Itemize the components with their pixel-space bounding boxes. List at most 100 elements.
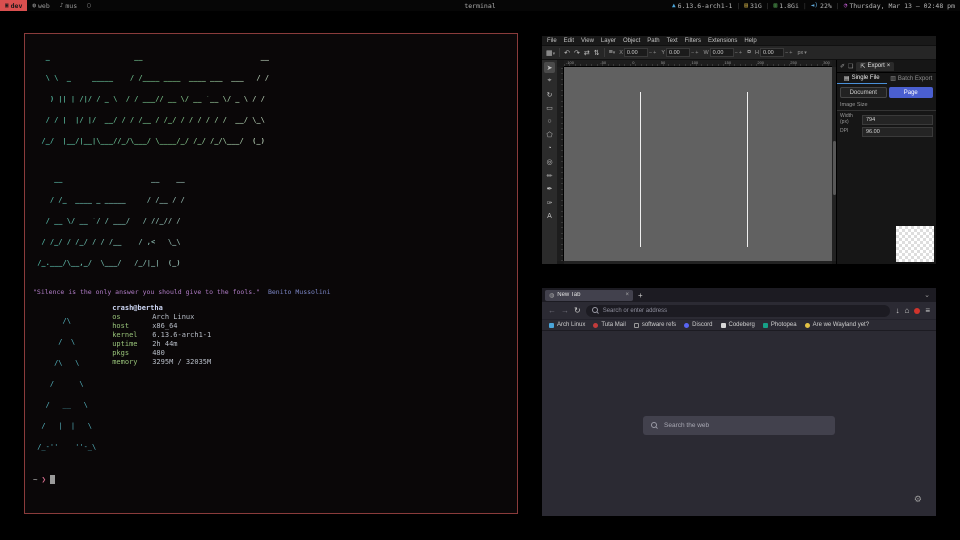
w-spinner[interactable]: −+ [735,50,743,56]
tab-close-icon[interactable]: × [625,292,629,298]
dpi-label: DPI [840,129,860,135]
toolbar-separator [604,48,605,57]
star-tool[interactable]: ⬠ [544,130,555,141]
ascii-banner-line1: _ __ __ \ \ _ _____ / /____ ____ ____ __… [33,40,509,159]
menu-file[interactable]: File [547,38,557,44]
back-button[interactable]: ← [548,306,556,315]
shape-builder-tool[interactable]: ↻ [544,89,555,100]
workspace-4[interactable]: ▢ [82,0,96,11]
menu-text[interactable]: Text [667,38,678,44]
extension-icon[interactable] [914,308,920,314]
bookmarks-bar: Arch Linux Tuta Mail software refs Disco… [542,319,936,330]
bookmark-photopea[interactable]: Photopea [763,322,797,328]
edit-panel-icon[interactable]: ✐ [840,63,845,70]
bookmark-discord[interactable]: Discord [684,322,712,328]
prompt-symbol: ❯ [42,475,47,484]
workspace-web[interactable]: ◍ web [27,0,54,11]
web-search-box[interactable]: Search the web [643,416,835,435]
width-field: W 0.00 −+ [703,48,743,57]
bookmark-codeberg[interactable]: Codeberg [721,322,755,328]
bookmark-folder-software-refs[interactable]: software refs [634,322,676,328]
close-panel-icon[interactable]: × [887,63,891,69]
list-tabs-chevron-icon[interactable]: ⌄ [924,291,930,299]
lock-ratio-icon[interactable]: ¤ [747,49,751,56]
document-scope-button[interactable]: Document [840,87,887,98]
shell-prompt[interactable]: ~ ❯ [33,475,509,484]
single-file-icon: ▤ [844,75,850,82]
selector-tool[interactable]: ➤ [544,62,555,73]
memory-icon: ▥ [774,2,778,9]
menu-filters[interactable]: Filters [685,38,701,44]
flip-horizontal-button[interactable]: ⇄ [584,49,590,57]
w-input[interactable]: 0.00 [710,48,734,57]
menu-help[interactable]: Help [744,38,756,44]
menu-layer[interactable]: Layer [601,38,616,44]
url-bar[interactable]: Search or enter address [586,305,891,317]
bookmark-arch-linux[interactable]: Arch Linux [549,322,585,328]
page-border-right [747,92,748,247]
home-button[interactable]: ⌂ [904,306,909,315]
x-input[interactable]: 0.00 [624,48,648,57]
canvas-area[interactable]: -100-50 050 100150 200250 300 [557,60,836,264]
discord-bookmark-icon [684,323,689,328]
h-spinner[interactable]: −+ [785,50,793,56]
info-row-os: osArch Linux [112,313,211,322]
spiral-tool[interactable]: ◎ [544,157,555,168]
menu-extensions[interactable]: Extensions [708,38,737,44]
horizontal-ruler: -100-50 050 100150 200250 300 [564,60,832,67]
page-scope-button[interactable]: Page [889,87,934,98]
disk-usage: 31G [750,2,762,10]
menu-view[interactable]: View [581,38,594,44]
workspace-mus[interactable]: ♪ mus [55,0,82,11]
canvas-horizontal-scrollbar[interactable] [564,261,832,264]
bookmark-are-we-wayland-yet[interactable]: Are we Wayland yet? [805,322,869,328]
menu-button[interactable]: ≡ [925,306,930,315]
align-dropdown-button[interactable]: ≡▾ [609,49,616,56]
pencil-tool[interactable]: ✏ [544,170,555,181]
w-label: W [703,50,708,56]
export-panel-tab[interactable]: ⇱ Export × [856,62,894,71]
new-tab-button[interactable]: + [638,291,643,300]
box3d-tool[interactable]: ◔ [544,143,555,154]
reload-button[interactable]: ↻ [574,306,581,315]
active-tab[interactable]: ◍ New Tab × [545,290,633,301]
user-host: crash@bertha [112,304,211,313]
image-size-heading: Image Size [840,102,933,108]
bookmark-tuta-mail[interactable]: Tuta Mail [593,322,625,328]
rotate-cw-button[interactable]: ↷ [574,49,580,57]
new-tab-page: Search the web ⚙ [542,330,936,516]
volume-module[interactable]: ◄) 22% [811,2,832,10]
node-tool[interactable]: ⌖ [544,76,555,87]
ellipse-tool[interactable]: ○ [544,116,555,127]
y-spinner[interactable]: −+ [691,50,699,56]
drawing-canvas[interactable] [564,67,832,261]
single-file-tab[interactable]: ▤ Single File [837,73,887,84]
calligraphy-tool[interactable]: ✑ [544,197,555,208]
flip-vertical-button[interactable]: ⇅ [594,49,600,57]
text-tool[interactable]: A [544,211,555,222]
terminal-window[interactable]: _ __ __ \ \ _ _____ / /____ ____ ____ __… [24,33,518,514]
forward-button[interactable]: → [561,306,569,315]
select-mode-button[interactable]: ▦▾ [546,49,555,57]
export-scope-buttons: Document Page [840,87,933,98]
quote-author: Benito Mussolini [268,288,331,296]
downloads-button[interactable]: ↓ [895,306,899,315]
pen-tool[interactable]: ✒ [544,184,555,195]
batch-export-tab[interactable]: ▥ Batch Export [887,73,937,84]
h-input[interactable]: 0.00 [760,48,784,57]
rotate-ccw-button[interactable]: ↶ [564,49,570,57]
workspace-dev[interactable]: ▣ dev [0,0,27,11]
rectangle-tool[interactable]: ▭ [544,103,555,114]
export-dpi-input[interactable]: 96.00 [862,127,933,137]
personalize-gear-icon[interactable]: ⚙ [914,494,922,505]
units-dropdown[interactable]: px▾ [797,50,806,56]
menu-object[interactable]: Object [623,38,640,44]
export-width-input[interactable]: 794 [862,115,933,125]
menu-edit[interactable]: Edit [564,38,574,44]
menu-path[interactable]: Path [647,38,659,44]
globe-favicon-icon: ◍ [549,292,554,299]
y-input[interactable]: 0.00 [666,48,690,57]
divider [837,110,936,111]
x-spinner[interactable]: −+ [649,50,657,56]
layers-panel-icon[interactable]: ❏ [848,63,853,70]
